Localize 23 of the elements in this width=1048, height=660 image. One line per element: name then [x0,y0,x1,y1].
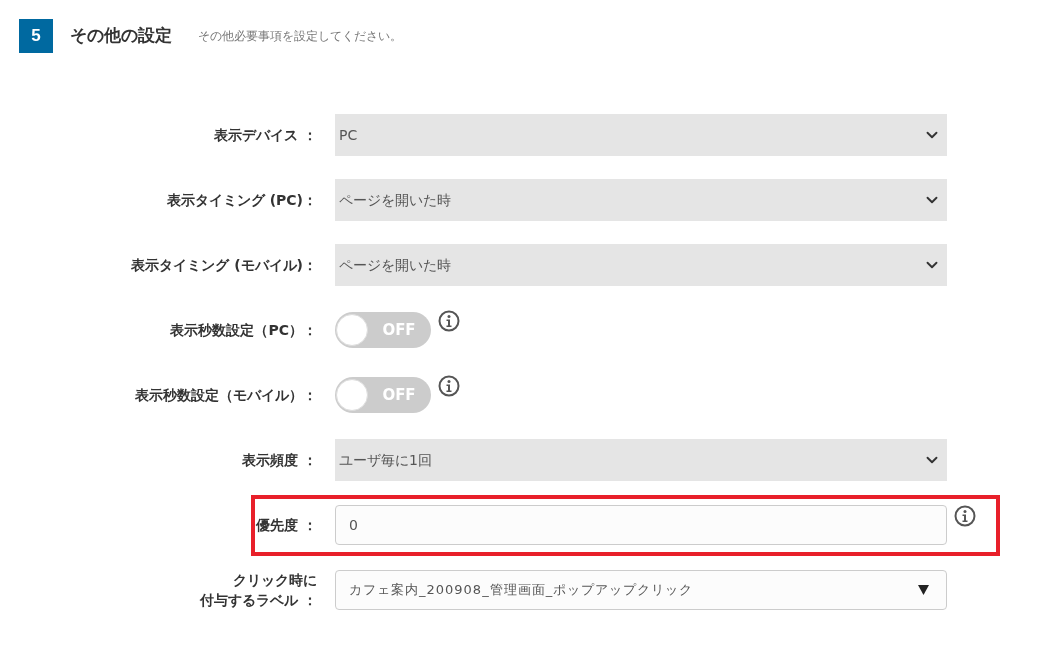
select-field[interactable]: ページを開いた時 [335,244,947,286]
section-number: 5 [19,19,53,53]
field-label: 表示頻度 ： [241,451,318,470]
caret-icon [918,585,929,595]
field-label: 表示秒数設定（PC）： [169,321,318,340]
select-field[interactable]: PC [335,114,947,156]
field-label: 表示タイミング (モバイル)： [130,256,318,275]
select-field[interactable]: ページを開いた時 [335,179,947,221]
section-description: その他必要事項を設定してください。 [198,28,402,45]
input-field[interactable]: 0 [335,505,947,545]
select-field[interactable]: カフェ案内_200908_管理画面_ポップアップクリック [335,570,947,610]
field-label: クリック時に 付与するラベル ： [199,571,318,610]
field-label: 表示秒数設定（モバイル）： [134,386,318,405]
field-label: 表示デバイス ： [213,126,318,145]
toggle-knob [336,314,368,346]
field-label: 優先度 ： [255,516,318,535]
info-icon[interactable] [438,310,460,332]
info-icon[interactable] [954,505,976,527]
toggle-knob [336,379,368,411]
select-field[interactable]: ユーザ毎に1回 [335,439,947,481]
section-title: その他の設定 [70,24,172,48]
info-icon[interactable] [438,375,460,397]
field-label: 表示タイミング (PC)： [165,191,318,210]
